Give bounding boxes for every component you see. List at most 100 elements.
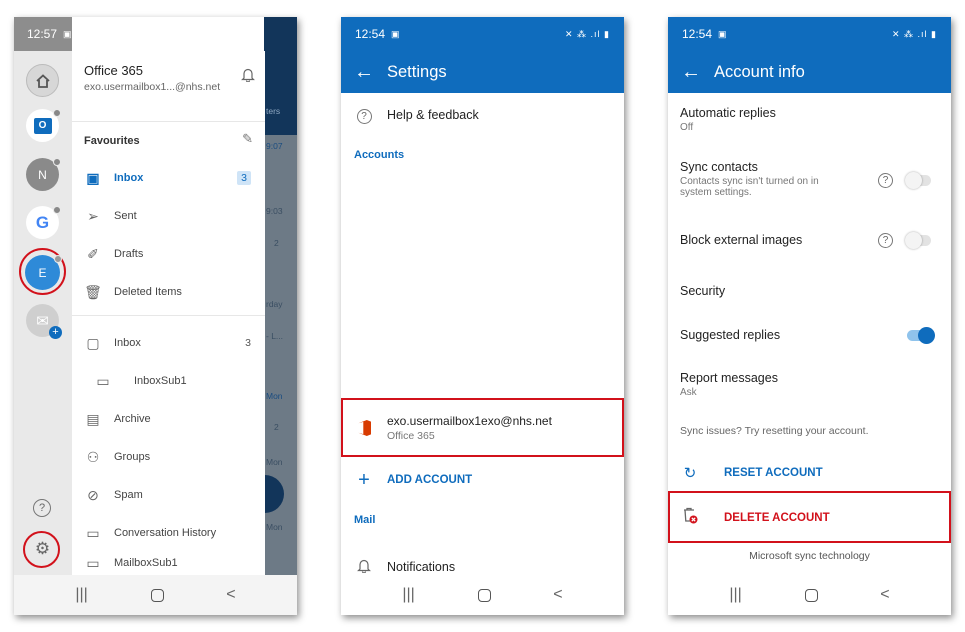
divider (72, 315, 265, 316)
phone-screen-settings: 12:54 ▣ ✕ ⁂ .ıl ▮ ← Settings ? Help & fe… (341, 17, 624, 615)
home-nav-button[interactable] (150, 588, 164, 602)
report-messages-row[interactable]: Report messages Ask (680, 371, 939, 398)
folder-label: Deleted Items (114, 286, 182, 298)
unread-dot (54, 255, 62, 263)
delete-account-label: DELETE ACCOUNT (724, 512, 830, 524)
folder-item-deleted[interactable]: 🗑 Deleted Items (72, 273, 265, 311)
backdrop-header (264, 17, 297, 135)
page-title: Settings (387, 62, 447, 81)
settings-button[interactable]: ⚙ (31, 537, 54, 560)
gear-icon: ⚙ (34, 538, 51, 558)
folder-item-spam[interactable]: ⊘ Spam (72, 476, 265, 514)
folder-item-inbox[interactable]: ▢ Inbox 3 (72, 324, 265, 362)
mail-add-icon: ✉ (36, 312, 49, 330)
recents-button[interactable]: ||| (729, 586, 741, 604)
status-bar: 12:54 ▣ ✕ ⁂ .ıl ▮ (668, 17, 951, 51)
recents-button[interactable]: ||| (402, 586, 414, 604)
folder-item-conversation-history[interactable]: ▭ Conversation History (72, 514, 265, 552)
backdrop-text: Mon (266, 391, 283, 401)
account-row[interactable]: exo.usermailbox1exo@nhs.net Office 365 (341, 412, 624, 444)
folder-item-inboxsub1[interactable]: ▭ InboxSub1 (72, 362, 265, 400)
automatic-replies-row[interactable]: Automatic replies Off (680, 106, 939, 133)
help-icon[interactable]: ? (878, 233, 893, 248)
android-nav-bar: ||| < (668, 575, 951, 615)
google-account-button[interactable]: G (26, 206, 61, 239)
send-icon: ➢ (87, 207, 99, 224)
home-button[interactable] (26, 64, 59, 97)
edit-pencil-icon[interactable]: ✎ (242, 131, 253, 147)
unread-count-badge: 3 (237, 171, 251, 185)
outlook-icon: O (33, 117, 52, 134)
inbox-icon: ▢ (86, 334, 100, 351)
account-n-letter: N (38, 167, 47, 182)
account-e-button[interactable]: E (25, 255, 62, 290)
folder-item-drafts[interactable]: ✐ Drafts (72, 235, 265, 273)
back-nav-button[interactable]: < (553, 586, 562, 604)
bell-icon[interactable] (241, 67, 255, 85)
back-nav-button[interactable]: < (880, 586, 889, 604)
folder-label: Spam (114, 489, 143, 501)
backdrop-text: - L... (266, 331, 284, 341)
add-account-button[interactable]: ✉ + (26, 304, 62, 339)
backdrop-text: Mon (266, 522, 283, 532)
home-nav-button[interactable] (804, 588, 818, 602)
folder-label: Sent (114, 210, 137, 222)
help-button[interactable]: ? (33, 499, 51, 517)
recents-button[interactable]: ||| (75, 586, 87, 604)
gallery-icon: ▣ (718, 28, 727, 39)
back-arrow-icon[interactable]: ← (341, 61, 387, 84)
sync-contacts-toggle[interactable] (905, 172, 931, 189)
help-feedback-label: Help & feedback (387, 108, 479, 122)
plus-icon: + (358, 468, 370, 491)
setting-label: Automatic replies (680, 106, 776, 120)
folder-icon: ▭ (86, 524, 100, 541)
folder-label: Drafts (114, 248, 144, 260)
toggle-knob (905, 172, 922, 189)
notifications-label: Notifications (387, 560, 456, 574)
setting-description: system settings. (680, 187, 752, 198)
status-time: 12:54 (682, 27, 713, 41)
backdrop-text: 9:03 (266, 206, 283, 216)
folder-label: Archive (114, 413, 151, 425)
setting-label: Block external images (680, 233, 803, 247)
google-icon: G (35, 212, 50, 232)
plus-badge-icon: + (49, 326, 62, 339)
trash-icon: 🗑 (84, 283, 102, 300)
notifications-row[interactable]: Notifications (341, 557, 624, 577)
folder-label: Inbox (114, 337, 141, 349)
unread-count: 3 (245, 337, 251, 349)
groups-icon: ⚇ (86, 448, 100, 465)
favourites-heading: Favourites (84, 135, 140, 147)
account-e-letter: E (38, 265, 47, 280)
setting-label: Security (680, 284, 726, 298)
delete-account-button[interactable]: DELETE ACCOUNT (668, 507, 951, 528)
block-images-toggle[interactable] (905, 232, 931, 249)
home-nav-button[interactable] (477, 588, 491, 602)
app-bar: ← Settings (341, 51, 624, 93)
folder-item-archive[interactable]: ▤ Archive (72, 400, 265, 438)
help-icon[interactable]: ? (878, 173, 893, 188)
reset-account-button[interactable]: ↻ RESET ACCOUNT (668, 464, 951, 482)
backdrop-text: 2 (274, 422, 279, 432)
footer-text: Microsoft sync technology (749, 550, 870, 562)
account-type: Office 365 (387, 430, 435, 442)
folder-label: Conversation History (114, 527, 217, 539)
help-feedback-row[interactable]: ? Help & feedback (341, 102, 624, 128)
sync-issue-label: Sync issues? Try resetting your account. (680, 425, 869, 437)
setting-description: Contacts sync isn't turned on in (680, 176, 819, 187)
back-arrow-icon[interactable]: ← (668, 61, 714, 84)
security-row[interactable]: Security (680, 284, 939, 298)
status-icons: ✕ ⁂ .ıl ▮ (892, 28, 937, 39)
suggested-replies-toggle[interactable] (907, 327, 935, 344)
folder-item-mailboxsub1[interactable]: ▭ MailboxSub1 (72, 551, 265, 575)
account-n-button[interactable]: N (26, 158, 61, 191)
setting-label: Report messages (680, 371, 778, 385)
outlook-account-button[interactable]: O (26, 109, 61, 142)
add-account-button[interactable]: + ADD ACCOUNT (341, 469, 624, 491)
folder-item-groups[interactable]: ⚇ Groups (72, 438, 265, 476)
archive-icon: ▤ (86, 410, 100, 427)
folder-item-sent[interactable]: ➢ Sent (72, 197, 265, 235)
unread-dot (53, 206, 61, 214)
back-nav-button[interactable]: < (226, 586, 235, 604)
folder-item-inbox-favourite[interactable]: ▣ Inbox 3 (72, 159, 265, 197)
